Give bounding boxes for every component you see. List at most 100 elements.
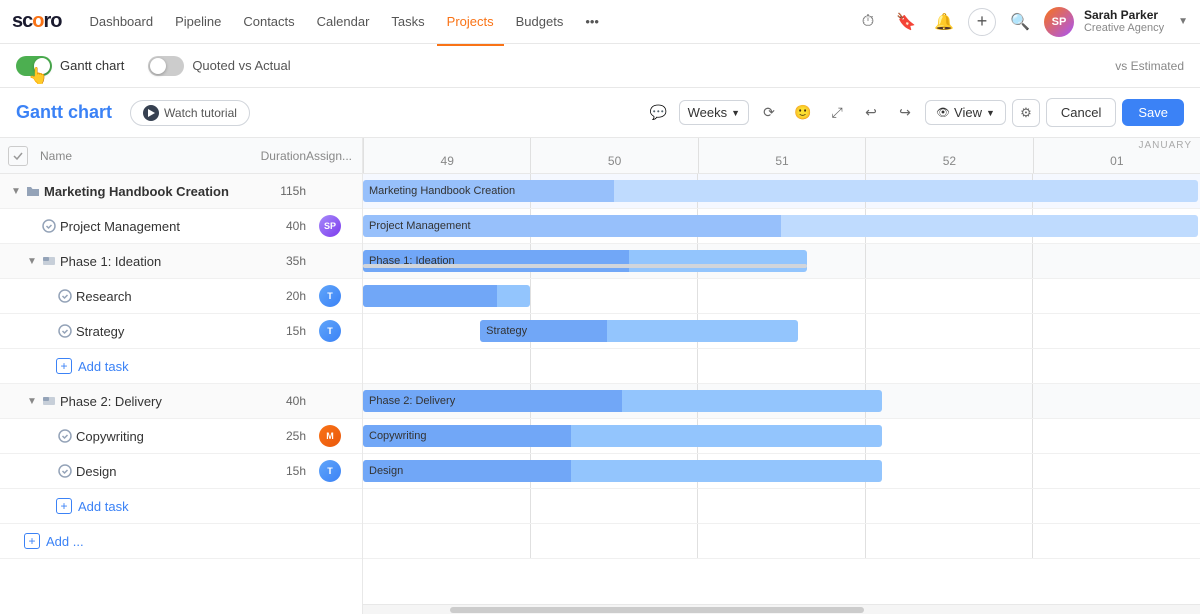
- nav-item-pipeline[interactable]: Pipeline: [165, 10, 231, 33]
- expand-marketing-icon[interactable]: ▼: [8, 183, 24, 199]
- logo[interactable]: scoro: [12, 10, 61, 33]
- user-chevron-icon[interactable]: ▼: [1178, 16, 1188, 27]
- row-name-phase1: Phase 1: Ideation: [60, 254, 256, 269]
- tree-row-phase2[interactable]: ▼ Phase 2: Delivery 40h: [0, 384, 362, 419]
- chart-rows: .chart-row { display: flex; height: 35px…: [363, 174, 1200, 604]
- bar-phase1-label: Phase 1: Ideation: [363, 255, 461, 267]
- bar-phase1[interactable]: Phase 1: Ideation: [363, 250, 807, 272]
- row-name-research: Research: [76, 289, 256, 304]
- bar-pm[interactable]: Project Management: [363, 215, 1198, 237]
- phase2-icon: [42, 394, 56, 408]
- search-icon[interactable]: 🔍: [1006, 8, 1034, 36]
- bar-copywriting[interactable]: Copywriting: [363, 425, 882, 447]
- week-50: 50: [530, 138, 697, 173]
- timer-icon[interactable]: ⏱: [854, 8, 882, 36]
- plus-icon[interactable]: +: [968, 8, 996, 36]
- task-check-copywriting-icon: [58, 429, 72, 443]
- expand-phase2-icon[interactable]: ▼: [24, 393, 40, 409]
- bookmark-icon[interactable]: 🔖: [892, 8, 920, 36]
- row-duration-pm: 40h: [256, 219, 306, 233]
- user-info: Sarah Parker Creative Agency: [1084, 8, 1164, 36]
- chart-row-marketing: Marketing Handbook Creation: [363, 174, 1200, 209]
- tree-row-copywriting[interactable]: Copywriting 25h M: [0, 419, 362, 454]
- row-duration-marketing: 115h: [256, 184, 306, 198]
- gantt-chart-label: Gantt chart: [60, 58, 124, 73]
- bar-research[interactable]: [363, 285, 530, 307]
- gantt-chart-toggle[interactable]: 👆: [16, 56, 52, 76]
- gantt-chart-toggle-wrap: 👆 Gantt chart: [16, 56, 124, 76]
- horizontal-scrollbar[interactable]: [363, 604, 1200, 614]
- add-group-icon: +: [24, 533, 40, 549]
- row-duration-copywriting: 25h: [256, 429, 306, 443]
- watch-tutorial-button[interactable]: Watch tutorial: [130, 100, 250, 126]
- redo-icon[interactable]: ↪: [891, 99, 919, 127]
- user-name: Sarah Parker: [1084, 8, 1164, 22]
- week-01-label: 01: [1110, 154, 1123, 168]
- chart-row-research: [363, 279, 1200, 314]
- nav-item-budgets[interactable]: Budgets: [506, 10, 574, 33]
- tree-row-design[interactable]: Design 15h T: [0, 454, 362, 489]
- chart-row-add-group: [363, 524, 1200, 559]
- row-name-phase2: Phase 2: Delivery: [60, 394, 256, 409]
- tree-row-marketing[interactable]: ▼ Marketing Handbook Creation 115h: [0, 174, 362, 209]
- expand-phase1-icon[interactable]: ▼: [24, 253, 40, 269]
- chart-row-add-phase2: [363, 489, 1200, 524]
- tree-row-strategy[interactable]: Strategy 15h T: [0, 314, 362, 349]
- row-duration-design: 15h: [256, 464, 306, 478]
- gantt-toolbar: Gantt chart Watch tutorial 💬 Weeks ▼ ⟳ 🙂…: [0, 88, 1200, 138]
- bar-design[interactable]: Design: [363, 460, 882, 482]
- nav-item-dashboard[interactable]: Dashboard: [79, 10, 163, 33]
- bell-icon[interactable]: 🔔: [930, 8, 958, 36]
- view-button[interactable]: 👁 View ▼: [925, 100, 1006, 125]
- gantt-body: Name Duration Assign... ▼ Marketing Hand…: [0, 138, 1200, 614]
- add-task-phase1-row[interactable]: + Add task: [0, 349, 362, 384]
- gantt-chart-area: JANUARY 49 50 51 52 01 .chart-row { disp…: [363, 138, 1200, 614]
- row-avatar-design: T: [306, 460, 354, 482]
- col-name-header: Name: [36, 149, 246, 163]
- chart-row-add-phase1: [363, 349, 1200, 384]
- weeks-header: JANUARY 49 50 51 52 01: [363, 138, 1200, 174]
- add-group-row[interactable]: + Add ...: [0, 524, 362, 559]
- add-group-label: Add ...: [46, 534, 84, 549]
- user-company: Creative Agency: [1084, 22, 1164, 35]
- undo-icon[interactable]: ↩: [857, 99, 885, 127]
- add-task2-icon: +: [56, 498, 72, 514]
- expand-icon[interactable]: ⤢: [823, 99, 851, 127]
- bar-phase2[interactable]: Phase 2: Delivery: [363, 390, 882, 412]
- save-button[interactable]: Save: [1122, 99, 1184, 126]
- nav-item-tasks[interactable]: Tasks: [381, 10, 434, 33]
- chart-row-design: Design: [363, 454, 1200, 489]
- scrollbar-thumb[interactable]: [450, 607, 865, 613]
- nav-more-icon[interactable]: •••: [575, 10, 609, 33]
- vs-estimated-label: vs Estimated: [1115, 59, 1184, 73]
- tree-row-project-management[interactable]: Project Management 40h SP: [0, 209, 362, 244]
- comment-icon[interactable]: 💬: [645, 99, 673, 127]
- bar-marketing[interactable]: Marketing Handbook Creation: [363, 180, 1198, 202]
- weeks-select[interactable]: Weeks ▼: [679, 100, 749, 125]
- row-name-copywriting: Copywriting: [76, 429, 256, 444]
- row-name-strategy: Strategy: [76, 324, 256, 339]
- nav-item-projects[interactable]: Projects: [437, 10, 504, 33]
- tree-column-headers: Name Duration Assign...: [0, 138, 362, 174]
- folder-icon: [26, 184, 40, 198]
- row-name-pm: Project Management: [60, 219, 256, 234]
- quoted-actual-toggle[interactable]: [148, 56, 184, 76]
- tree-row-phase1[interactable]: ▼ Phase 1: Ideation 35h: [0, 244, 362, 279]
- week-51-label: 51: [775, 154, 788, 168]
- face-icon[interactable]: 🙂: [789, 99, 817, 127]
- nav-item-contacts[interactable]: Contacts: [233, 10, 304, 33]
- checkbox-all[interactable]: [8, 146, 28, 166]
- undo-time-icon[interactable]: ⟳: [755, 99, 783, 127]
- row-avatar-research: T: [306, 285, 354, 307]
- settings-button[interactable]: ⚙: [1012, 99, 1040, 127]
- gantt-right-controls: 💬 Weeks ▼ ⟳ 🙂 ⤢ ↩ ↪ 👁 View ▼ ⚙ Cancel Sa…: [645, 98, 1184, 127]
- add-task-phase2-row[interactable]: + Add task: [0, 489, 362, 524]
- row-name-design: Design: [76, 464, 256, 479]
- cancel-button[interactable]: Cancel: [1046, 98, 1116, 127]
- bar-strategy[interactable]: Strategy: [480, 320, 798, 342]
- nav-right: ⏱ 🔖 🔔 + 🔍 SP Sarah Parker Creative Agenc…: [854, 7, 1188, 37]
- tree-row-research[interactable]: Research 20h T: [0, 279, 362, 314]
- view-chevron-icon: ▼: [986, 108, 995, 118]
- week-52: 52: [865, 138, 1032, 173]
- nav-item-calendar[interactable]: Calendar: [307, 10, 380, 33]
